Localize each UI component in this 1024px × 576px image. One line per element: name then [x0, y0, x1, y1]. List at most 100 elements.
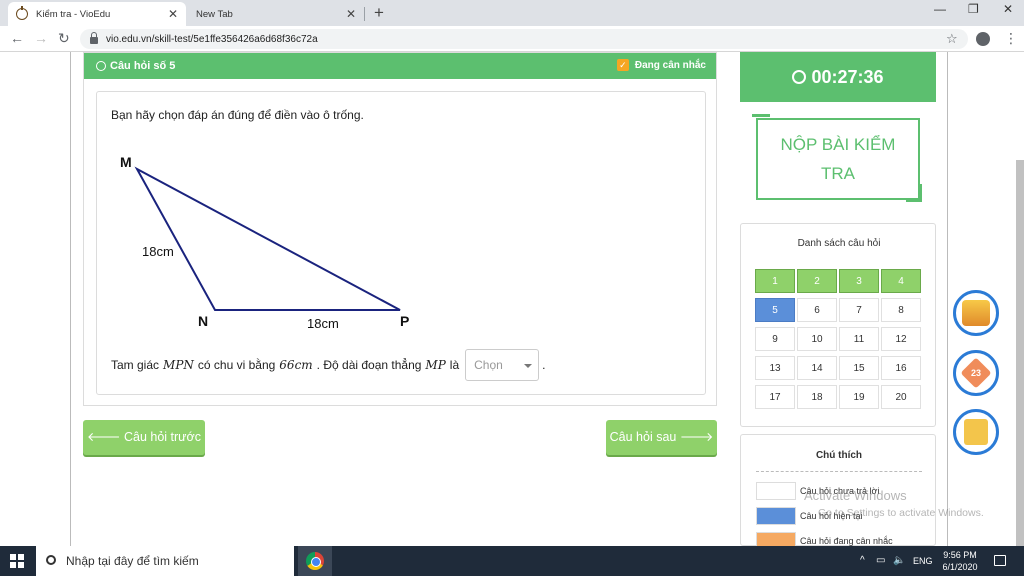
- question-circle-icon: [96, 61, 106, 71]
- vertex-m-label: M: [120, 154, 132, 170]
- countdown-timer: 00:27:36: [740, 52, 936, 102]
- notification-icon[interactable]: [994, 555, 1006, 566]
- chrome-taskbar-icon[interactable]: [298, 546, 332, 576]
- minimize-button[interactable]: —: [934, 2, 946, 16]
- lock-icon: [90, 31, 98, 44]
- windows-taskbar: Nhập tại đây để tìm kiếm ^ ▭ 🔈 ENG 9:56 …: [0, 546, 1024, 576]
- question-cell-9[interactable]: 9: [755, 327, 795, 351]
- next-question-button[interactable]: Câu hỏi sau 🡒: [606, 420, 717, 455]
- question-panel: Câu hỏi số 5 ✓ Đang cân nhắc Bạn hãy chọ…: [83, 52, 717, 406]
- question-cell-2[interactable]: 2: [797, 269, 837, 293]
- address-bar-row: ← → ↻ vio.edu.vn/skill-test/5e1ffe356426…: [0, 26, 1024, 52]
- math-triangle: MPN: [163, 358, 194, 372]
- legend-swatch: [756, 482, 796, 500]
- taskbar-search-input[interactable]: Nhập tại đây để tìm kiếm: [36, 546, 294, 576]
- sentence-text: Tam giác: [111, 358, 160, 372]
- taskbar-search-placeholder: Nhập tại đây để tìm kiếm: [66, 554, 199, 568]
- network-icon[interactable]: ▭: [876, 555, 885, 566]
- submit-test-button[interactable]: NỘP BÀI KIỂM TRA: [756, 118, 920, 200]
- chrome-logo-icon: [306, 552, 324, 570]
- question-cell-15[interactable]: 15: [839, 356, 879, 380]
- legend-title: Chú thích: [815, 450, 863, 461]
- legend-label: Câu hỏi đang cân nhắc: [800, 536, 893, 546]
- activate-windows-watermark: Activate Windows: [804, 488, 907, 503]
- question-cell-7[interactable]: 7: [839, 298, 879, 322]
- taskbar-clock[interactable]: 9:56 PM 6/1/2020: [936, 549, 984, 573]
- volume-icon[interactable]: 🔈: [893, 555, 905, 566]
- triangle-figure: M N P 18cm 18cm: [120, 154, 409, 331]
- forward-arrow-icon[interactable]: →: [34, 30, 48, 46]
- caret-down-icon: [524, 364, 533, 368]
- close-window-button[interactable]: ✕: [1003, 2, 1013, 16]
- timer-value: 00:27:36: [811, 66, 884, 87]
- tab-separator: [364, 7, 365, 21]
- question-prompt: Bạn hãy chọn đáp án đúng để điền vào ô t…: [111, 108, 364, 122]
- stopwatch-favicon-icon: [16, 6, 28, 20]
- question-cell-4[interactable]: 4: [881, 269, 921, 293]
- tab-close-icon[interactable]: ✕: [346, 7, 356, 21]
- tab-close-icon[interactable]: ✕: [168, 7, 178, 21]
- sentence-text: có chu vi bằng: [197, 358, 276, 372]
- question-cell-10[interactable]: 10: [797, 327, 837, 351]
- tab-title: New Tab: [196, 8, 233, 20]
- question-header: Câu hỏi số 5 ✓ Đang cân nhắc: [84, 53, 716, 79]
- url-text: vio.edu.vn/skill-test/5e1ffe356426a6d68f…: [106, 33, 318, 45]
- question-cell-20[interactable]: 20: [881, 385, 921, 409]
- triangle-mnp: [134, 166, 401, 311]
- checkbox-checked-icon[interactable]: ✓: [616, 59, 629, 71]
- consider-flag[interactable]: ✓ Đang cân nhắc: [616, 59, 706, 71]
- new-tab-button[interactable]: +: [374, 3, 384, 23]
- question-cell-8[interactable]: 8: [881, 298, 921, 322]
- consider-flag-label: Đang cân nhắc: [634, 59, 706, 71]
- previous-question-button[interactable]: 🡐 Câu hỏi trước: [83, 420, 205, 455]
- math-segment: MP: [425, 358, 446, 372]
- scroll-image: [964, 419, 988, 445]
- page-border: [70, 52, 71, 546]
- taskbar-date: 6/1/2020: [942, 562, 978, 572]
- question-cell-11[interactable]: 11: [839, 327, 879, 351]
- tray-chevron-icon[interactable]: ^: [860, 555, 865, 566]
- side-mn-label: 18cm: [142, 244, 174, 259]
- dropdown-value: Chọn: [474, 358, 503, 372]
- submit-decor: [906, 198, 922, 202]
- question-grid: 1 2 3 4 5 6 7 8 9 10 11 12 13 14 15 16 17 18 19 20: [755, 269, 921, 409]
- page-scrollbar[interactable]: [1016, 160, 1024, 546]
- question-cell-1[interactable]: 1: [755, 269, 795, 293]
- tab-vioedu[interactable]: Kiểm tra - VioEdu ✕: [8, 2, 186, 26]
- url-field[interactable]: vio.edu.vn/skill-test/5e1ffe356426a6d68f…: [80, 29, 968, 49]
- question-number: Câu hỏi số 5: [110, 60, 176, 72]
- question-cell-6[interactable]: 6: [797, 298, 837, 322]
- tab-new-tab[interactable]: New Tab ✕: [188, 2, 364, 26]
- back-arrow-icon[interactable]: ←: [10, 30, 24, 46]
- scroll-icon[interactable]: [953, 409, 999, 455]
- question-cell-13[interactable]: 13: [755, 356, 795, 380]
- language-indicator[interactable]: ENG: [913, 556, 933, 566]
- question-list-title: Danh sách câu hỏi: [797, 238, 881, 249]
- diamond-badge-icon[interactable]: 23: [953, 350, 999, 396]
- question-cell-16[interactable]: 16: [881, 356, 921, 380]
- sentence-text: . Độ dài đoạn thẳng: [316, 358, 422, 372]
- submit-decor: [752, 114, 770, 117]
- profile-avatar-icon[interactable]: [976, 32, 990, 46]
- menu-kebab-icon[interactable]: ⋮: [1004, 30, 1018, 47]
- activate-windows-subtext: Go to Settings to activate Windows.: [818, 507, 984, 519]
- search-icon: [46, 555, 56, 565]
- sentence-text: là: [449, 358, 460, 372]
- trophy-icon[interactable]: [953, 290, 999, 336]
- question-cell-19[interactable]: 19: [839, 385, 879, 409]
- reload-icon[interactable]: ↻: [58, 30, 70, 47]
- badge-image: 23: [960, 357, 992, 389]
- bookmark-star-icon[interactable]: ☆: [946, 31, 958, 47]
- question-sentence: Tam giác MPN có chu vi bằng 66cm . Độ dà…: [111, 349, 545, 381]
- restore-button[interactable]: ❐: [968, 2, 979, 16]
- question-cell-5[interactable]: 5: [755, 298, 795, 322]
- question-cell-12[interactable]: 12: [881, 327, 921, 351]
- page-border: [947, 52, 948, 546]
- question-cell-14[interactable]: 14: [797, 356, 837, 380]
- question-cell-3[interactable]: 3: [839, 269, 879, 293]
- answer-dropdown[interactable]: Chọn: [465, 349, 540, 381]
- windows-start-icon[interactable]: [10, 554, 24, 568]
- question-cell-17[interactable]: 17: [755, 385, 795, 409]
- trophy-image: [962, 300, 990, 326]
- question-cell-18[interactable]: 18: [797, 385, 837, 409]
